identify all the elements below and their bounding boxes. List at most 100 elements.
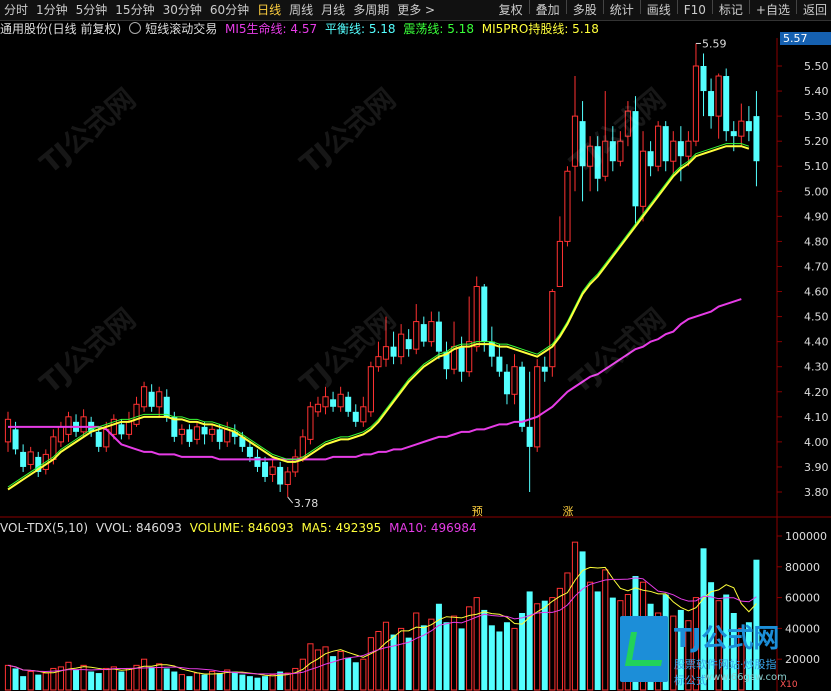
period-tab-daily[interactable]: 日线 (253, 0, 285, 20)
volume-bar (405, 637, 412, 690)
period-tab-more[interactable]: 更多 > (393, 0, 439, 20)
mi5-life-line (8, 298, 742, 461)
candle-body (564, 170, 571, 242)
candle-body (503, 371, 510, 395)
volume-bar (171, 671, 178, 690)
volume-bar (42, 672, 49, 691)
overlay-button[interactable]: 叠加 (532, 0, 564, 20)
stock-title: 通用股份(日线 前复权) (0, 22, 122, 36)
candle-body (511, 366, 518, 395)
period-tab-30min[interactable]: 30分钟 (159, 0, 206, 20)
candle-body (556, 240, 563, 288)
price-tick-label: 4.40 (804, 336, 829, 349)
candle-body (753, 116, 760, 162)
candle-body (413, 321, 420, 350)
candle-body (125, 421, 133, 435)
f10-button[interactable]: F10 (680, 0, 710, 20)
candle-body (594, 146, 601, 179)
candle-body (685, 140, 692, 157)
volume-bar (602, 569, 609, 691)
volume-bar (398, 627, 405, 691)
candle-body (299, 436, 306, 458)
ma10-value: MA10: 496984 (389, 521, 477, 535)
price-tick-label: 4.90 (804, 210, 829, 223)
candle-body (12, 429, 19, 450)
draw-line-button[interactable]: 画线 (643, 0, 675, 20)
volume-bar (12, 668, 19, 690)
period-toolbar: 分时 1分钟 5分钟 15分钟 30分钟 60分钟 日线 周线 月线 多周期 更… (0, 0, 831, 21)
volume-bar (110, 666, 117, 691)
volume-value: VOLUME: 846093 (189, 521, 294, 535)
period-tab-monthly[interactable]: 月线 (317, 0, 349, 20)
period-tab-weekly[interactable]: 周线 (285, 0, 317, 20)
price-tick-label: 4.50 (804, 311, 829, 324)
kline-chart[interactable]: 5.50 5.40 5.30 5.20 5.10 5.00 4.90 4.80 4.70 4.60… (0, 38, 831, 691)
back-button[interactable]: 返回 (799, 0, 831, 20)
mark-button[interactable]: 标记 (715, 0, 747, 20)
volume-bar (186, 676, 193, 690)
toolbar-divider (711, 0, 713, 14)
logo-icon (620, 616, 668, 682)
multi-stock-button[interactable]: 多股 (569, 0, 601, 20)
candle-body (57, 426, 65, 443)
volume-bar (299, 658, 306, 691)
candle-body (458, 346, 465, 372)
signal-mark-yu: 预 (472, 505, 483, 518)
toolbar-divider (639, 0, 641, 14)
candle-body (526, 426, 533, 447)
volume-tick-label: 20000 (785, 653, 820, 666)
volume-bar (579, 551, 586, 690)
volume-bar (231, 671, 238, 690)
volume-bar (20, 676, 27, 690)
statistics-button[interactable]: 统计 (606, 0, 638, 20)
volume-bar (443, 622, 450, 690)
candle-body (4, 418, 12, 443)
volume-bar (587, 581, 594, 691)
candle-body (156, 391, 163, 408)
candle-body (209, 428, 216, 435)
volume-bar (511, 627, 518, 691)
candle-body (428, 321, 435, 343)
volume-bar (246, 676, 253, 690)
price-axis: 5.50 5.40 5.30 5.20 5.10 5.00 4.90 4.80 4.70 4.60… (777, 60, 829, 499)
volume-bar (284, 672, 291, 691)
add-watchlist-button[interactable]: +自选 (752, 0, 794, 20)
candle-body (345, 396, 352, 412)
period-tab-multi[interactable]: 多周期 (349, 0, 393, 20)
candle-body (163, 396, 170, 417)
candle-body (609, 141, 616, 162)
price-tick-label: 5.30 (804, 110, 829, 123)
volume-bar (390, 634, 397, 690)
ma5-value: MA5: 492395 (301, 521, 382, 535)
period-tab-fenshi[interactable]: 分时 (0, 0, 32, 20)
candlestick-series (4, 43, 760, 498)
volume-bar (571, 541, 579, 691)
volume-bar (73, 669, 80, 690)
volume-tick-label: 100000 (785, 530, 827, 543)
period-tab-60min[interactable]: 60分钟 (206, 0, 253, 20)
period-tab-5min[interactable]: 5分钟 (72, 0, 112, 20)
candle-body (647, 151, 654, 167)
volume-bar (277, 671, 284, 690)
logo-text: TJ公式网 (674, 624, 780, 654)
volume-indicator-name[interactable]: VOL-TDX(5,10) (0, 521, 88, 535)
volume-bar (594, 591, 601, 690)
indicator-name[interactable]: 短线滚动交易 (145, 22, 217, 36)
candle-body (352, 411, 359, 422)
candle-body (639, 150, 647, 207)
toolbar-right-group: 复权 叠加 多股 统计 画线 F10 标记 +自选 返回 (495, 0, 831, 20)
signal-mark-zhang: 涨 (562, 505, 573, 518)
period-tab-1min[interactable]: 1分钟 (32, 0, 72, 20)
candle-body (314, 403, 322, 413)
settings-icon[interactable] (129, 22, 142, 34)
restore-right-button[interactable]: 复权 (495, 0, 527, 20)
period-tab-15min[interactable]: 15分钟 (111, 0, 158, 20)
volume-bar (450, 615, 458, 691)
volume-bar (314, 649, 322, 691)
candle-body (216, 429, 223, 442)
volume-bar (496, 631, 503, 690)
volume-bar (254, 677, 261, 690)
candle-body (405, 339, 412, 350)
volume-tick-label: 80000 (785, 561, 820, 574)
volume-bar (27, 671, 34, 691)
